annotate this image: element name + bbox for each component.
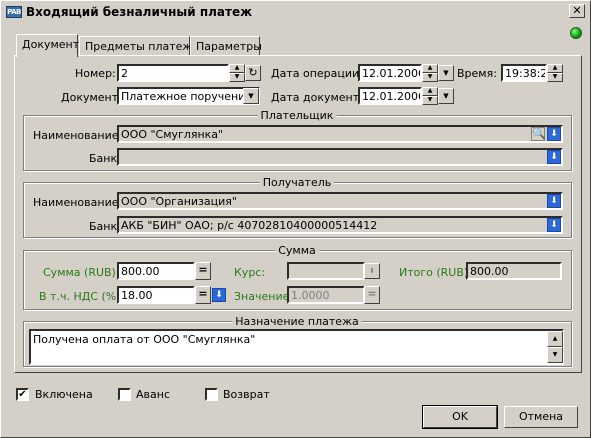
refresh-icon: ↻ xyxy=(248,66,258,79)
time-spinner[interactable]: ▲ ▼ xyxy=(547,64,563,82)
select-arrow-icon[interactable]: ⬇ xyxy=(547,150,561,164)
number-spinner[interactable]: ▲ ▼ xyxy=(229,64,245,82)
amount-input[interactable]: 800.00 xyxy=(117,262,195,280)
total-field: 800.00 xyxy=(466,262,562,280)
rate-label: Курс: xyxy=(234,266,266,279)
doc-date-input[interactable]: 12.01.2006 xyxy=(358,87,422,105)
amount-label: Сумма (RUB) xyxy=(43,266,116,279)
tab-document[interactable]: Документ xyxy=(16,34,79,57)
spin-up-icon[interactable]: ▲ xyxy=(547,64,563,73)
vat-input[interactable]: 18.00 xyxy=(117,286,195,304)
recipient-name-label: Наименование: xyxy=(33,196,123,209)
number-label: Номер: xyxy=(75,67,116,80)
app-icon: PAB xyxy=(6,6,22,18)
select-arrow-icon[interactable]: ⬇ xyxy=(547,127,561,141)
status-led-icon xyxy=(570,27,582,39)
spin-up-icon[interactable]: ▲ xyxy=(422,87,438,96)
select-arrow-icon[interactable]: ⬇ xyxy=(547,194,561,208)
spin-down-icon[interactable]: ▼ xyxy=(229,73,245,82)
purpose-scrollbar[interactable]: ▲ ▼ xyxy=(547,331,563,363)
number-input[interactable]: 2 xyxy=(117,64,229,82)
op-date-calendar-button[interactable]: ▼ xyxy=(438,65,454,81)
value-calc-button[interactable]: = xyxy=(364,286,380,304)
checkbox-included[interactable]: ✔ xyxy=(16,388,29,401)
op-date-input[interactable]: 12.01.2006 xyxy=(358,64,422,82)
chevron-down-icon[interactable]: ▼ xyxy=(243,88,259,104)
payer-name-field[interactable]: ООО "Смуглянка" xyxy=(117,125,563,143)
value-input[interactable]: 1.0000 xyxy=(287,286,365,304)
op-date-label: Дата операции: xyxy=(271,67,363,80)
tab-payment-items[interactable]: Предметы платежа xyxy=(79,36,199,56)
sum-group-title: Сумма xyxy=(275,244,319,257)
scroll-down-icon[interactable]: ▼ xyxy=(547,347,563,363)
recipient-name-field[interactable]: ООО "Организация" xyxy=(117,192,563,210)
scroll-up-icon[interactable]: ▲ xyxy=(547,331,563,347)
select-arrow-icon[interactable]: ⬇ xyxy=(547,218,561,232)
vat-calc-button[interactable]: = xyxy=(195,286,211,304)
chevron-down-icon: ▼ xyxy=(443,69,449,77)
calculator-icon: = xyxy=(198,263,208,276)
dialog-window: PAB Входящий безналичный платеж ✕ Докуме… xyxy=(0,0,591,438)
ok-button[interactable]: OK xyxy=(422,405,498,429)
checkbox-advance[interactable] xyxy=(118,388,131,401)
window-title: Входящий безналичный платеж xyxy=(26,5,253,19)
calculator-icon: = xyxy=(198,287,208,300)
value-label: Значение: xyxy=(234,290,294,303)
amount-calc-button[interactable]: = xyxy=(195,262,211,280)
calculator-icon: = xyxy=(367,287,377,300)
checkbox-included-label[interactable]: Включена xyxy=(35,388,93,401)
select-arrow-icon[interactable]: ⬇ xyxy=(212,288,226,302)
vat-label: В т.ч. НДС (%): xyxy=(39,290,125,303)
chevron-down-icon: ▼ xyxy=(443,92,449,100)
recipient-bank-field[interactable]: АКБ "БИН" ОАО; р/с 40702810400000514412 xyxy=(117,216,563,234)
payer-group-title: Плательщик xyxy=(257,109,337,122)
spin-up-icon[interactable]: ▲ xyxy=(229,64,245,73)
payer-bank-field[interactable] xyxy=(117,148,563,166)
doc-type-label: Документ: xyxy=(61,91,122,104)
total-label: Итого (RUB) xyxy=(399,266,469,279)
spin-down-icon[interactable]: ▼ xyxy=(547,73,563,82)
purpose-text: Получена оплата от ООО "Смуглянка" xyxy=(33,333,256,346)
checkbox-return[interactable] xyxy=(205,388,218,401)
refresh-number-button[interactable]: ↻ xyxy=(245,65,261,81)
checkbox-advance-label[interactable]: Аванс xyxy=(136,388,170,401)
recipient-group-title: Получатель xyxy=(259,176,335,189)
purpose-textarea[interactable]: Получена оплата от ООО "Смуглянка" xyxy=(29,329,564,365)
search-icon[interactable]: 🔍 xyxy=(531,127,546,141)
doc-date-label: Дата документа: xyxy=(271,91,370,104)
title-bar[interactable]: PAB Входящий безналичный платеж ✕ xyxy=(3,3,588,21)
spin-up-icon[interactable]: ▲ xyxy=(422,64,438,73)
doc-date-calendar-button[interactable]: ▼ xyxy=(438,88,454,104)
doc-type-select[interactable]: Платежное поручение xyxy=(117,87,260,105)
checkbox-return-label[interactable]: Возврат xyxy=(223,388,270,401)
purpose-group-title: Назначение платежа xyxy=(232,315,362,328)
select-arrow-icon[interactable]: ⬇ xyxy=(364,263,380,279)
tab-parameters[interactable]: Параметры xyxy=(190,36,262,56)
doc-date-spinner[interactable]: ▲ ▼ xyxy=(422,87,438,105)
cancel-button[interactable]: Отмена xyxy=(504,406,578,428)
time-input[interactable]: 19:38:27 xyxy=(501,64,547,82)
payer-name-label: Наименование: xyxy=(33,129,123,142)
close-button[interactable]: ✕ xyxy=(569,4,585,18)
spin-down-icon[interactable]: ▼ xyxy=(422,73,438,82)
op-date-spinner[interactable]: ▲ ▼ xyxy=(422,64,438,82)
time-label: Время: xyxy=(457,67,497,80)
spin-down-icon[interactable]: ▼ xyxy=(422,96,438,105)
rate-select[interactable] xyxy=(287,262,365,280)
